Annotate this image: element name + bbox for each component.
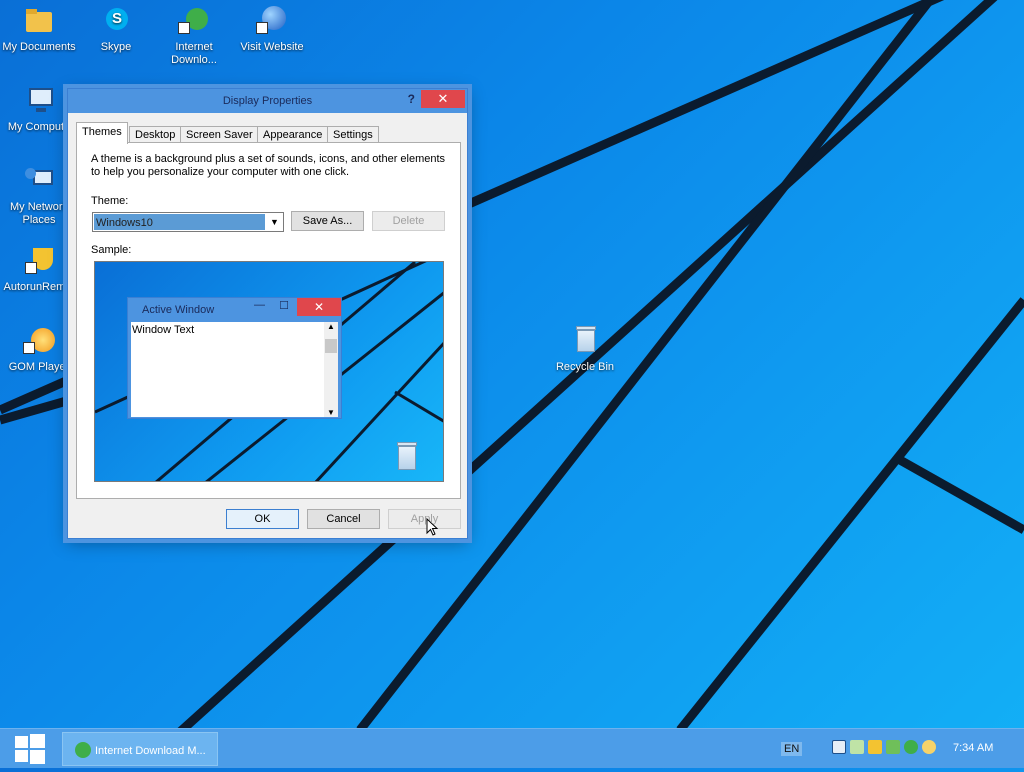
desktop-icon-skype[interactable]: S Skype <box>76 6 156 54</box>
maximize-icon: ☐ <box>279 300 289 312</box>
gom-player-icon <box>23 326 55 358</box>
tab-themes[interactable]: Themes <box>76 122 128 144</box>
globe-icon <box>256 6 288 38</box>
close-icon: ✕ <box>297 298 341 316</box>
clock[interactable]: 7:34 AM <box>953 742 993 754</box>
shield-icon <box>23 246 55 278</box>
scrollbar-thumb <box>325 339 337 353</box>
desktop-icon-label: Visit Website <box>240 41 304 53</box>
download-icon[interactable] <box>886 740 900 754</box>
start-button[interactable] <box>0 729 60 769</box>
sample-scrollbar: ▲ ▼ <box>324 322 338 417</box>
globe-download-icon[interactable] <box>904 740 918 754</box>
theme-sample-preview: Active Window — ☐ ✕ Window Text ▲ ▼ <box>94 261 444 482</box>
desktop-icon-label: Skype <box>100 41 132 53</box>
sample-window-title: Active Window <box>142 304 215 316</box>
tab-desktop[interactable]: Desktop <box>129 126 182 143</box>
ok-button[interactable]: OK <box>226 509 299 529</box>
display-properties-dialog: Display Properties ? ✕ Themes Desktop Sc… <box>67 88 468 539</box>
computer-icon <box>23 86 55 118</box>
sample-label: Sample: <box>91 244 132 256</box>
globe-download-icon <box>178 6 210 38</box>
mouse-cursor-icon <box>426 518 438 536</box>
sample-active-window: Active Window — ☐ ✕ Window Text ▲ ▼ <box>127 297 342 419</box>
taskbar-item-internet-download-manager[interactable]: Internet Download M... <box>62 732 218 766</box>
tray-app-icon[interactable] <box>850 740 864 754</box>
desktop-icon-label: Recycle Bin <box>555 361 615 373</box>
desktop-icon-internet-download-manager[interactable]: Internet Downlo... <box>154 6 234 67</box>
desktop-icon-my-documents[interactable]: My Documents <box>0 6 79 54</box>
network-icon <box>23 166 55 198</box>
save-as-button[interactable]: Save As... <box>291 211 364 231</box>
theme-description: A theme is a background plus a set of so… <box>91 153 446 178</box>
desktop-icon-label: My Documents <box>2 41 76 53</box>
language-indicator[interactable]: EN <box>781 742 803 756</box>
tab-settings[interactable]: Settings <box>327 126 379 143</box>
desktop-icon-recycle-bin[interactable]: Recycle Bin <box>545 326 625 374</box>
dialog-titlebar[interactable]: Display Properties ? ✕ <box>68 89 467 113</box>
taskbar-item-label: Internet Download M... <box>95 745 206 757</box>
minimize-icon: — <box>254 299 265 311</box>
chevron-down-icon: ▼ <box>327 408 335 417</box>
skype-icon: S <box>100 6 132 38</box>
desktop-icon-visit-website[interactable]: Visit Website <box>232 6 312 54</box>
windows-logo-icon <box>15 734 45 764</box>
theme-select-value: Windows10 <box>94 214 265 230</box>
chevron-up-icon: ▲ <box>327 322 335 331</box>
chevron-down-icon[interactable]: ▼ <box>266 213 283 231</box>
recycle-bin-icon <box>397 442 417 470</box>
tab-screen-saver[interactable]: Screen Saver <box>180 126 259 143</box>
help-button[interactable]: ? <box>408 92 415 106</box>
delete-button[interactable]: Delete <box>372 211 445 231</box>
globe-download-icon <box>75 742 91 758</box>
sample-window-text: Window Text <box>131 322 327 417</box>
network-icon[interactable] <box>832 740 846 754</box>
tab-appearance[interactable]: Appearance <box>257 126 329 143</box>
gom-player-icon[interactable] <box>922 740 936 754</box>
themes-panel: A theme is a background plus a set of so… <box>76 142 461 499</box>
taskbar: Internet Download M... EN 7:34 AM <box>0 728 1024 768</box>
close-button[interactable]: ✕ <box>421 90 465 108</box>
folder-icon <box>23 6 55 38</box>
theme-label: Theme: <box>91 195 129 207</box>
recycle-bin-icon <box>569 326 601 358</box>
shield-icon[interactable] <box>868 740 882 754</box>
desktop-icon-label: Internet Downlo... <box>171 41 217 66</box>
apply-button[interactable]: Apply <box>388 509 461 529</box>
theme-select[interactable]: Windows10 ▼ <box>92 212 284 232</box>
cancel-button[interactable]: Cancel <box>307 509 380 529</box>
